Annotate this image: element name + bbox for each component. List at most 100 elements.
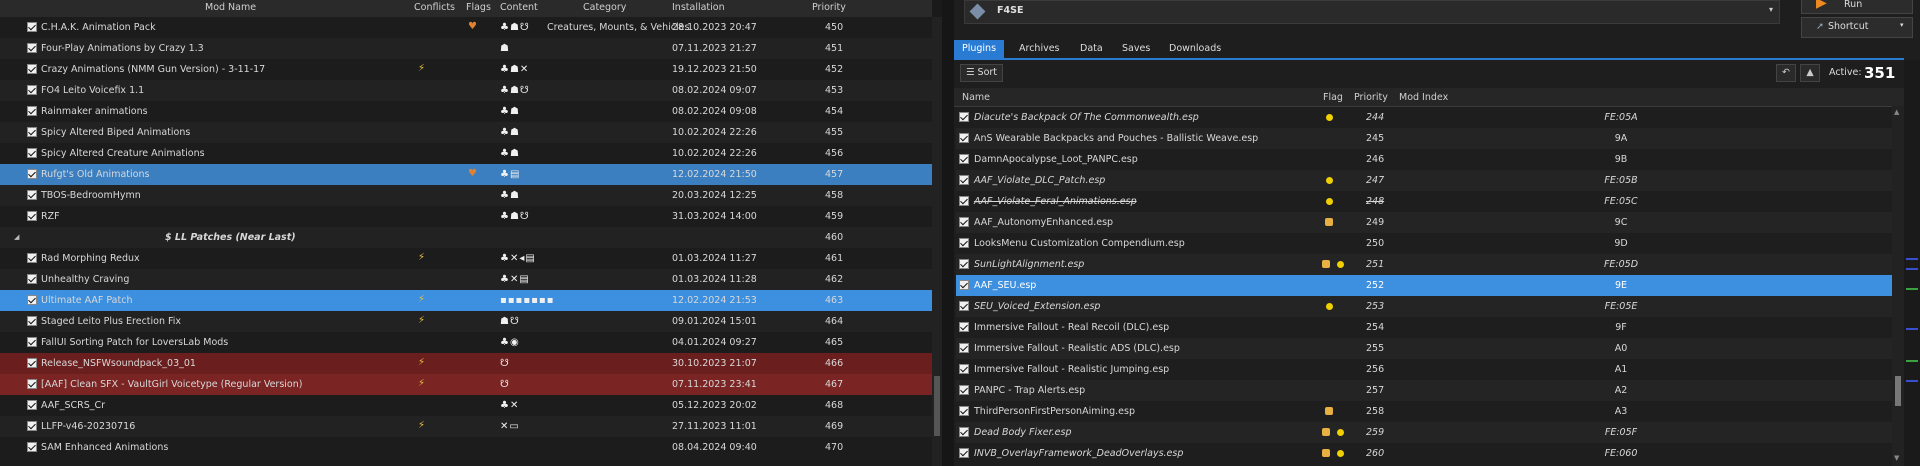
plugin-enabled-checkbox[interactable] <box>959 280 969 290</box>
plugin-row[interactable]: INVB_OverlayFramework_DeadOverlays.esp 26… <box>956 443 1892 464</box>
plugin-row[interactable]: Immersive Fallout - Real Recoil (DLC).es… <box>956 317 1892 338</box>
plugin-enabled-checkbox[interactable] <box>959 343 969 353</box>
plugin-row[interactable]: Dead Body Fixer.esp 259 FE:05F <box>956 422 1892 443</box>
mod-row[interactable]: AAF_SCRS_Cr ♣✕ 05.12.2023 20:02 468 <box>0 395 932 416</box>
header-priority[interactable]: Priority <box>1354 92 1388 103</box>
header-flag[interactable]: Flag <box>1323 92 1343 103</box>
mod-enabled-checkbox[interactable] <box>27 337 37 347</box>
mod-row[interactable]: Rufgt's Old Animations ♥ ♣▤ 12.02.2024 21:5… <box>0 164 932 185</box>
mod-enabled-checkbox[interactable] <box>27 169 37 179</box>
scroll-up-icon[interactable]: ▲ <box>1894 108 1899 116</box>
plugin-row[interactable]: AnS Wearable Backpacks and Pouches - Bal… <box>956 128 1892 149</box>
archive-icon[interactable]: ▲ <box>1800 64 1820 82</box>
mod-enabled-checkbox[interactable] <box>27 442 37 452</box>
mod-row[interactable]: FallUI Sorting Patch for LoversLab Mods ♣… <box>0 332 932 353</box>
mod-enabled-checkbox[interactable] <box>27 85 37 95</box>
collapse-icon[interactable]: ◢ <box>14 227 19 248</box>
mod-row[interactable]: Rainmaker animations ♣☗ 08.02.2024 09:08 45… <box>0 101 932 122</box>
plugin-enabled-checkbox[interactable] <box>959 364 969 374</box>
mod-row[interactable]: Spicy Altered Biped Animations ♣☗ 10.02.20… <box>0 122 932 143</box>
plugin-row[interactable]: SunLightAlignment.esp 251 FE:05D <box>956 254 1892 275</box>
mod-row[interactable]: RZF ♣☗☋ 31.03.2024 14:00 459 <box>0 206 932 227</box>
plugin-row[interactable]: AAF_Violate_Feral_Animations.esp 248 FE:05… <box>956 191 1892 212</box>
mod-row[interactable]: Release_NSFWsoundpack_03_01 ⚡ ☋ 30.10.2023 … <box>0 353 932 374</box>
plugin-enabled-checkbox[interactable] <box>959 217 969 227</box>
plugin-enabled-checkbox[interactable] <box>959 259 969 269</box>
mod-enabled-checkbox[interactable] <box>27 316 37 326</box>
mod-row[interactable]: [AAF] Clean SFX - VaultGirl Voicetype (R… <box>0 374 932 395</box>
sort-button[interactable]: ☰ Sort <box>960 64 1004 82</box>
mod-enabled-checkbox[interactable] <box>27 22 37 32</box>
plugin-enabled-checkbox[interactable] <box>959 238 969 248</box>
header-name[interactable]: Name <box>962 92 990 103</box>
mod-enabled-checkbox[interactable] <box>27 148 37 158</box>
plugin-enabled-checkbox[interactable] <box>959 175 969 185</box>
header-installation[interactable]: Installation <box>672 2 725 13</box>
mod-enabled-checkbox[interactable] <box>27 295 37 305</box>
plugin-row[interactable]: Diacute's Backpack Of The Commonwealth.e… <box>956 107 1892 128</box>
plugin-enabled-checkbox[interactable] <box>959 406 969 416</box>
plugin-row[interactable]: Immersive Fallout - Realistic Jumping.es… <box>956 359 1892 380</box>
run-button[interactable]: ▶ Run <box>1801 0 1913 14</box>
mod-row[interactable]: Four-Play Animations by Crazy 1.3 ☗ 07.11.… <box>0 38 932 59</box>
plugin-enabled-checkbox[interactable] <box>959 427 969 437</box>
plugin-enabled-checkbox[interactable] <box>959 154 969 164</box>
tab-saves[interactable]: Saves <box>1114 40 1158 58</box>
plugin-enabled-checkbox[interactable] <box>959 196 969 206</box>
plugin-row[interactable]: AAF_SEU.esp 252 9E <box>956 275 1892 296</box>
mod-row[interactable]: C.H.A.K. Animation Pack ♥ ♣☗☋ Creatures, Mo… <box>0 17 932 38</box>
mod-enabled-checkbox[interactable] <box>27 43 37 53</box>
mod-enabled-checkbox[interactable] <box>27 64 37 74</box>
mod-enabled-checkbox[interactable] <box>27 190 37 200</box>
mod-enabled-checkbox[interactable] <box>27 127 37 137</box>
mod-enabled-checkbox[interactable] <box>27 274 37 284</box>
plugin-enabled-checkbox[interactable] <box>959 112 969 122</box>
plugin-enabled-checkbox[interactable] <box>959 133 969 143</box>
mod-row[interactable]: Crazy Animations (NMM Gun Version) - 3-1… <box>0 59 932 80</box>
plugin-row[interactable]: PANPC - Trap Alerts.esp 257 A2 <box>956 380 1892 401</box>
separator-row[interactable]: ◢ $ LL Patches (Near Last) 460 <box>0 227 932 248</box>
plugin-enabled-checkbox[interactable] <box>959 322 969 332</box>
tab-plugins[interactable]: Plugins <box>954 40 1005 58</box>
plugin-enabled-checkbox[interactable] <box>959 301 969 311</box>
mod-list-scrollbar[interactable] <box>932 17 942 466</box>
plugin-row[interactable]: AAF_AutonomyEnhanced.esp 249 9C <box>956 212 1892 233</box>
plugin-row[interactable]: DamnApocalypse_Loot_PANPC.esp 246 9B <box>956 149 1892 170</box>
mod-enabled-checkbox[interactable] <box>27 379 37 389</box>
plugin-row[interactable]: Immersive Fallout - Realistic ADS (DLC).… <box>956 338 1892 359</box>
plugin-row[interactable]: AAF_Violate_DLC_Patch.esp 247 FE:05B <box>956 170 1892 191</box>
header-conflicts[interactable]: Conflicts <box>414 2 455 13</box>
mod-row[interactable]: Spicy Altered Creature Animations ♣☗ 10.02… <box>0 143 932 164</box>
tab-downloads[interactable]: Downloads <box>1161 40 1229 58</box>
mod-enabled-checkbox[interactable] <box>27 253 37 263</box>
plugin-row[interactable]: ThirdPersonFirstPersonAiming.esp 258 A3 <box>956 401 1892 422</box>
plugin-enabled-checkbox[interactable] <box>959 448 969 458</box>
executable-select[interactable]: F4SE ▾ <box>964 0 1780 24</box>
mod-enabled-checkbox[interactable] <box>27 400 37 410</box>
header-priority[interactable]: Priority <box>812 2 846 13</box>
mod-row[interactable]: Unhealthy Craving ♣✕▤ 01.03.2024 11:28 462 <box>0 269 932 290</box>
mod-row[interactable]: SAM Enhanced Animations 08.04.2024 09:40 4… <box>0 437 932 458</box>
header-category[interactable]: Category <box>583 2 626 13</box>
header-mod-index[interactable]: Mod Index <box>1399 92 1448 103</box>
scroll-thumb[interactable] <box>1895 376 1901 406</box>
mod-row[interactable]: Rad Morphing Redux ⚡ ♣✕◂▤ 01.03.2024 11:27 4… <box>0 248 932 269</box>
header-flags[interactable]: Flags <box>466 2 491 13</box>
mod-row[interactable]: LLFP-v46-20230716 ⚡ ✕▭ 27.11.2023 11:01 469 <box>0 416 932 437</box>
shortcut-button[interactable]: ➚ Shortcut ▾ <box>1801 17 1913 38</box>
header-content[interactable]: Content <box>500 2 538 13</box>
mod-row[interactable]: Ultimate AAF Patch ⚡ ▪▪▪▪▪▪▪ 12.02.2024 21:… <box>0 290 932 311</box>
splitter[interactable] <box>942 0 954 466</box>
plugin-enabled-checkbox[interactable] <box>959 385 969 395</box>
mod-row[interactable]: Staged Leito Plus Erection Fix ⚡ ☗☋ 09.01.2… <box>0 311 932 332</box>
scroll-down-icon[interactable]: ▼ <box>1894 454 1899 462</box>
mod-row[interactable]: TBOS-BedroomHymn ♣☗ 20.03.2024 12:25 458 <box>0 185 932 206</box>
plugin-row[interactable]: LooksMenu Customization Compendium.esp 25… <box>956 233 1892 254</box>
mod-enabled-checkbox[interactable] <box>27 106 37 116</box>
mod-row[interactable]: FO4 Leito Voicefix 1.1 ♣☗☋ 08.02.2024 09:0… <box>0 80 932 101</box>
header-mod-name[interactable]: Mod Name <box>205 2 256 13</box>
tab-data[interactable]: Data <box>1072 40 1111 58</box>
mod-enabled-checkbox[interactable] <box>27 421 37 431</box>
mod-enabled-checkbox[interactable] <box>27 211 37 221</box>
mod-enabled-checkbox[interactable] <box>27 358 37 368</box>
